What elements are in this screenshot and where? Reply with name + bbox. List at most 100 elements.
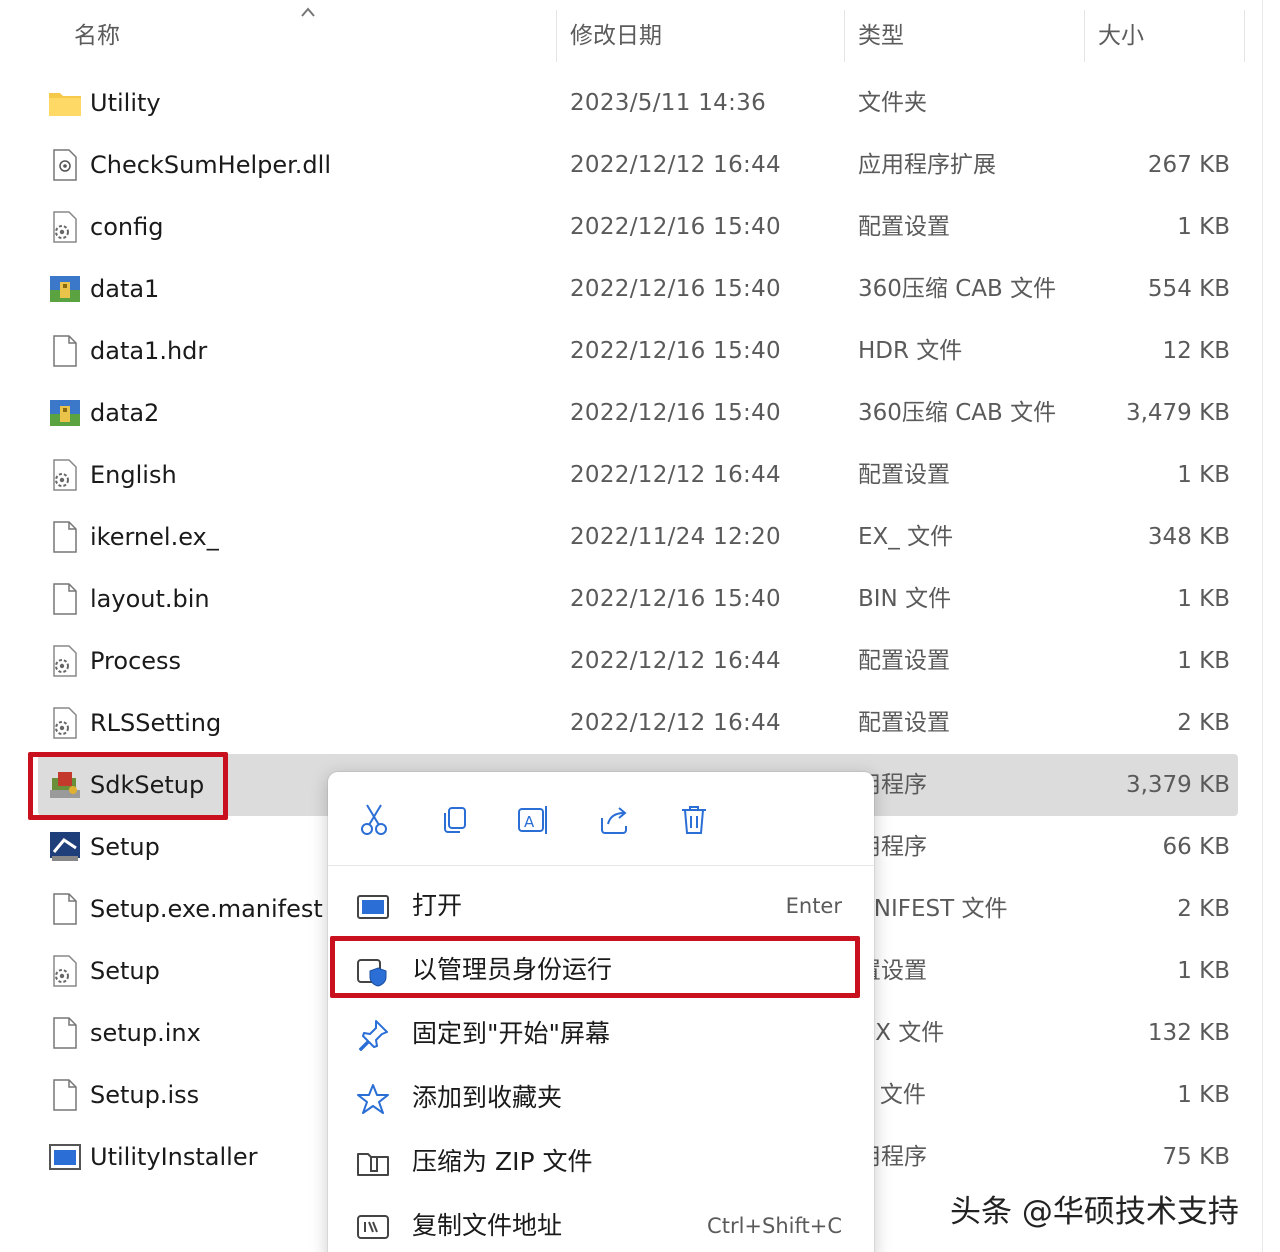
settings-file-icon — [48, 644, 82, 678]
file-row[interactable]: data2 2022/12/16 15:40 360压缩 CAB 文件 3,479 K… — [38, 382, 1238, 444]
file-type: 配置设置 — [858, 710, 950, 736]
column-header: 名称 修改日期 类型 大小 — [0, 0, 1262, 72]
header-modified[interactable]: 修改日期 — [570, 0, 662, 72]
setup-app-icon — [48, 830, 82, 864]
rename-icon[interactable]: A — [514, 800, 554, 840]
column-divider[interactable] — [1084, 10, 1085, 62]
menu-item-label: 压缩为 ZIP 文件 — [412, 1147, 593, 1176]
file-date: 2022/12/16 15:40 — [570, 586, 781, 612]
file-date: 2022/12/12 16:44 — [570, 648, 781, 674]
file-size: 2 KB — [1177, 896, 1230, 922]
column-divider[interactable] — [556, 10, 557, 62]
file-size: 1 KB — [1177, 648, 1230, 674]
copy-icon[interactable] — [434, 800, 474, 840]
file-name: Setup.iss — [90, 1081, 200, 1109]
cut-icon[interactable] — [354, 800, 394, 840]
sort-ascending-icon[interactable] — [300, 6, 316, 18]
settings-file-icon — [48, 458, 82, 492]
file-size: 267 KB — [1147, 152, 1230, 178]
file-size: 66 KB — [1162, 834, 1230, 860]
folder-icon — [48, 86, 82, 120]
file-name: config — [90, 213, 164, 241]
file-explorer: 名称 修改日期 类型 大小 Utility 2023/5/11 14:36 文件夹 C… — [0, 0, 1280, 1252]
menu-item-copy-path[interactable]: 复制文件地址 Ctrl+Shift+C — [328, 1194, 874, 1252]
menu-item-pin-to-start[interactable]: 固定到"开始"屏幕 — [328, 1002, 874, 1066]
file-name: Setup.exe.manifest — [90, 895, 323, 923]
menu-item-open[interactable]: 打开 Enter — [328, 874, 874, 938]
menu-item-shortcut: Ctrl+Shift+C — [707, 1214, 842, 1238]
file-name: UtilityInstaller — [90, 1143, 258, 1171]
file-row[interactable]: layout.bin 2022/12/16 15:40 BIN 文件 1 KB — [38, 568, 1238, 630]
file-size: 3,379 KB — [1125, 772, 1230, 798]
file-row[interactable]: RLSSetting 2022/12/12 16:44 配置设置 2 KB — [38, 692, 1238, 754]
file-date: 2023/5/11 14:36 — [570, 90, 767, 116]
menu-item-label: 复制文件地址 — [412, 1211, 563, 1240]
file-row[interactable]: ikernel.ex_ 2022/11/24 12:20 EX_ 文件 348 KB — [38, 506, 1238, 568]
file-name: layout.bin — [90, 585, 210, 613]
file-size: 12 KB — [1162, 338, 1230, 364]
delete-icon[interactable] — [674, 800, 714, 840]
header-size[interactable]: 大小 — [1098, 0, 1144, 72]
file-name: data1.hdr — [90, 337, 208, 365]
header-name[interactable]: 名称 — [74, 0, 120, 72]
file-type: 配置设置 — [858, 214, 950, 240]
file-type: HDR 文件 — [858, 338, 963, 364]
file-date: 2022/11/24 12:20 — [570, 524, 781, 550]
window-edge — [1262, 0, 1263, 1252]
menu-item-label: 打开 — [412, 891, 463, 920]
file-type: 配置设置 — [858, 462, 950, 488]
file-size: 75 KB — [1162, 1144, 1230, 1170]
file-name: Process — [90, 647, 182, 675]
settings-file-icon — [48, 954, 82, 988]
file-type: 360压缩 CAB 文件 — [858, 276, 1057, 302]
zip-folder-icon — [357, 1153, 389, 1176]
header-type[interactable]: 类型 — [858, 0, 904, 72]
menu-item-run-as-admin[interactable]: 以管理员身份运行 — [328, 938, 874, 1002]
pin-icon — [359, 1020, 388, 1051]
menu-item-label: 添加到收藏夹 — [412, 1083, 563, 1112]
star-icon — [357, 1084, 389, 1114]
file-type: BIN 文件 — [858, 586, 952, 612]
installer-icon — [48, 768, 82, 802]
watermark: 头条 @华硕技术支持 — [950, 1194, 1239, 1230]
file-size: 1 KB — [1177, 462, 1230, 488]
file-row[interactable]: CheckSumHelper.dll 2022/12/12 16:44 应用程序扩展… — [38, 134, 1238, 196]
file-row[interactable]: Process 2022/12/12 16:44 配置设置 1 KB — [38, 630, 1238, 692]
file-date: 2022/12/16 15:40 — [570, 276, 781, 302]
blank-file-icon — [48, 1078, 82, 1112]
file-type: 配置设置 — [858, 648, 950, 674]
cab-archive-icon — [48, 396, 82, 430]
file-size: 1 KB — [1177, 586, 1230, 612]
file-name: setup.inx — [90, 1019, 201, 1047]
file-size: 1 KB — [1177, 958, 1230, 984]
file-row[interactable]: config 2022/12/16 15:40 配置设置 1 KB — [38, 196, 1238, 258]
file-name: SdkSetup — [90, 771, 205, 799]
file-date: 2022/12/12 16:44 — [570, 710, 781, 736]
open-window-icon — [357, 895, 389, 919]
file-type: EX_ 文件 — [858, 524, 954, 550]
svg-text:A: A — [524, 813, 535, 831]
file-type: 360压缩 CAB 文件 — [858, 400, 1057, 426]
cab-archive-icon — [48, 272, 82, 306]
file-name: CheckSumHelper.dll — [90, 151, 331, 179]
settings-file-icon — [48, 210, 82, 244]
file-type: 文件夹 — [858, 90, 927, 116]
blank-file-icon — [48, 582, 82, 616]
file-row[interactable]: Utility 2023/5/11 14:36 文件夹 — [38, 72, 1238, 134]
file-name: data1 — [90, 275, 160, 303]
file-date: 2022/12/16 15:40 — [570, 214, 781, 240]
file-row[interactable]: English 2022/12/12 16:44 配置设置 1 KB — [38, 444, 1238, 506]
menu-item-label: 以管理员身份运行 — [412, 955, 613, 984]
dll-file-icon — [48, 148, 82, 182]
column-divider[interactable] — [844, 10, 845, 62]
column-divider[interactable] — [1244, 10, 1245, 62]
file-date: 2022/12/16 15:40 — [570, 400, 781, 426]
copy-path-icon — [357, 1215, 389, 1239]
share-icon[interactable] — [594, 800, 634, 840]
file-size: 348 KB — [1147, 524, 1230, 550]
menu-item-add-to-favorites[interactable]: 添加到收藏夹 — [328, 1066, 874, 1130]
file-row[interactable]: data1.hdr 2022/12/16 15:40 HDR 文件 12 KB — [38, 320, 1238, 382]
file-row[interactable]: data1 2022/12/16 15:40 360压缩 CAB 文件 554 KB — [38, 258, 1238, 320]
file-size: 2 KB — [1177, 710, 1230, 736]
menu-item-compress-zip[interactable]: 压缩为 ZIP 文件 — [328, 1130, 874, 1194]
